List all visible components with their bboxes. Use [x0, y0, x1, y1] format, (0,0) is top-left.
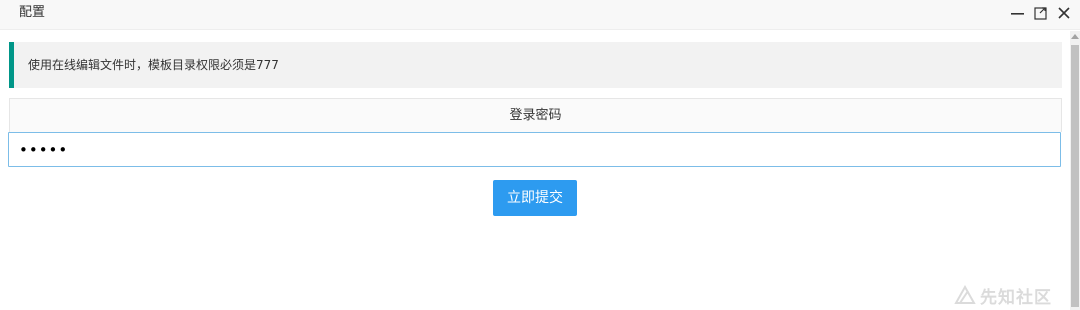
watermark: 先知社区 [954, 284, 1052, 308]
vertical-scrollbar[interactable] [1070, 31, 1080, 310]
password-field-label: 登录密码 [9, 98, 1062, 132]
dialog-title: 配置 [19, 5, 46, 20]
scroll-up-arrow-icon[interactable] [1071, 34, 1079, 39]
maximize-icon[interactable] [1032, 4, 1050, 22]
notice-text: 使用在线编辑文件时，模板目录权限必须是777 [28, 58, 279, 72]
submit-button[interactable]: 立即提交 [493, 180, 577, 216]
config-dialog: 配置 使用在线编辑文件时，模板目录权限必须是777 登录密码 立即提交 [0, 0, 1080, 310]
title-bar: 配置 [0, 0, 1080, 30]
minimize-icon[interactable] [1009, 4, 1027, 22]
watermark-text: 先知社区 [980, 287, 1052, 308]
notice-box: 使用在线编辑文件时，模板目录权限必须是777 [9, 42, 1062, 88]
close-icon[interactable] [1055, 4, 1073, 22]
scrollbar-thumb[interactable] [1071, 45, 1079, 307]
watermark-logo-icon [954, 285, 976, 304]
password-input[interactable] [8, 132, 1061, 167]
